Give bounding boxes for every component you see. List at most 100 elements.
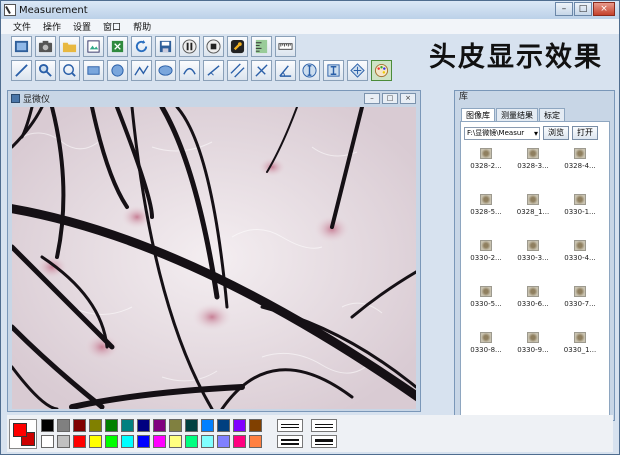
color-swatch[interactable] (153, 435, 166, 448)
color-swatch[interactable] (105, 419, 118, 432)
menu-help[interactable]: 帮助 (133, 20, 151, 33)
line-width-thick[interactable] (311, 435, 337, 448)
line-style-double[interactable] (311, 419, 337, 432)
menu-window[interactable]: 窗口 (103, 20, 121, 33)
list-item[interactable]: 0330-7... (557, 284, 603, 314)
color-swatch[interactable] (169, 419, 182, 432)
settings-tool-button[interactable] (227, 36, 248, 57)
color-swatch[interactable] (185, 435, 198, 448)
list-item[interactable]: 0330-9... (510, 330, 556, 360)
color-swatch[interactable] (201, 419, 214, 432)
color-swatch[interactable] (57, 419, 70, 432)
rectangle-tool-button[interactable] (83, 60, 104, 81)
ellipse-tool-button[interactable] (155, 60, 176, 81)
close-button[interactable]: × (593, 2, 615, 16)
polyline-tool-button[interactable] (131, 60, 152, 81)
open-button[interactable]: 打开 (572, 126, 598, 140)
viewer-maximize-button[interactable]: □ (382, 93, 398, 104)
line-width-medium[interactable] (277, 435, 303, 448)
export-excel-button[interactable] (107, 36, 128, 57)
scalp-image-canvas[interactable] (12, 107, 416, 409)
list-item[interactable]: 0330-2... (463, 238, 509, 268)
circle-tool-button[interactable] (107, 60, 128, 81)
viewer-minimize-button[interactable]: – (364, 93, 380, 104)
vertical-gap-button[interactable] (299, 60, 320, 81)
image-thumbnail-icon (574, 148, 586, 159)
arc-tool-button[interactable] (179, 60, 200, 81)
color-swatch[interactable] (121, 435, 134, 448)
color-swatch[interactable] (121, 419, 134, 432)
color-swatch[interactable] (185, 419, 198, 432)
video-window-button[interactable] (11, 36, 32, 57)
tab-image-library[interactable]: 图像库 (461, 108, 495, 121)
angle-tool-button[interactable] (275, 60, 296, 81)
line-tool-button[interactable] (11, 60, 32, 81)
list-item[interactable]: 0330-6... (510, 284, 556, 314)
title-bar[interactable]: Measurement – □ × (1, 1, 619, 19)
horizontal-gap-button[interactable] (323, 60, 344, 81)
color-swatch[interactable] (105, 435, 118, 448)
image-edit-button[interactable] (83, 36, 104, 57)
maximize-button[interactable]: □ (574, 2, 592, 16)
current-color-indicator[interactable] (9, 419, 37, 449)
scale-bar-button[interactable] (251, 36, 272, 57)
height-tool-button[interactable] (203, 60, 224, 81)
ruler-button[interactable] (275, 36, 296, 57)
menu-operate[interactable]: 操作 (43, 20, 61, 33)
tab-measure-results[interactable]: 测量结果 (496, 108, 538, 121)
list-item[interactable]: 0328-5... (463, 192, 509, 222)
ruler-vertical-icon (255, 39, 268, 54)
color-swatch[interactable] (201, 435, 214, 448)
viewer-close-button[interactable]: × (400, 93, 416, 104)
color-swatch[interactable] (233, 419, 246, 432)
color-swatch[interactable] (89, 419, 102, 432)
minimize-button[interactable]: – (555, 2, 573, 16)
color-swatch[interactable] (137, 435, 150, 448)
pause-button[interactable] (179, 36, 200, 57)
list-item[interactable]: 0328-3... (510, 146, 556, 176)
zoom-tool-button[interactable] (59, 60, 80, 81)
color-swatch[interactable] (217, 435, 230, 448)
color-swatch[interactable] (233, 435, 246, 448)
capture-button[interactable] (35, 36, 56, 57)
microscope-title-bar[interactable]: 显微仪 (8, 91, 420, 106)
color-swatch[interactable] (153, 419, 166, 432)
color-swatch[interactable] (137, 419, 150, 432)
list-item[interactable]: 0330-5... (463, 284, 509, 314)
parallel-tool-button[interactable] (227, 60, 248, 81)
list-item[interactable]: 0330-8... (463, 330, 509, 360)
list-item[interactable]: 0328-4... (557, 146, 603, 176)
perpendicular-tool-button[interactable] (251, 60, 272, 81)
list-item[interactable]: 0330-1... (557, 192, 603, 222)
list-item[interactable]: 0330_1... (557, 330, 603, 360)
path-dropdown[interactable]: F:\显微镜\Measur (464, 126, 540, 140)
magnify-button[interactable] (35, 60, 56, 81)
foreground-color-swatch[interactable] (13, 423, 27, 437)
stop-button[interactable] (203, 36, 224, 57)
color-swatch[interactable] (41, 435, 54, 448)
menu-file[interactable]: 文件 (13, 20, 31, 33)
save-button[interactable] (155, 36, 176, 57)
color-swatch[interactable] (169, 435, 182, 448)
cross-hair-button[interactable] (347, 60, 368, 81)
color-swatch[interactable] (73, 435, 86, 448)
color-swatch[interactable] (249, 435, 262, 448)
color-swatch[interactable] (89, 435, 102, 448)
refresh-button[interactable] (131, 36, 152, 57)
color-swatch[interactable] (57, 435, 70, 448)
browse-button[interactable]: 浏览 (543, 126, 569, 140)
line-width-thin[interactable] (277, 419, 303, 432)
tab-calibration[interactable]: 标定 (539, 108, 565, 121)
list-item[interactable]: 0330-3... (510, 238, 556, 268)
open-folder-button[interactable] (59, 36, 80, 57)
list-item[interactable]: 0330-4... (557, 238, 603, 268)
list-item[interactable]: 0328-2... (463, 146, 509, 176)
color-swatch[interactable] (249, 419, 262, 432)
color-swatch[interactable] (217, 419, 230, 432)
color-palette-button[interactable] (371, 60, 392, 81)
pause-icon (182, 39, 197, 54)
color-swatch[interactable] (73, 419, 86, 432)
menu-settings[interactable]: 设置 (73, 20, 91, 33)
color-swatch[interactable] (41, 419, 54, 432)
list-item[interactable]: 0328_1... (510, 192, 556, 222)
